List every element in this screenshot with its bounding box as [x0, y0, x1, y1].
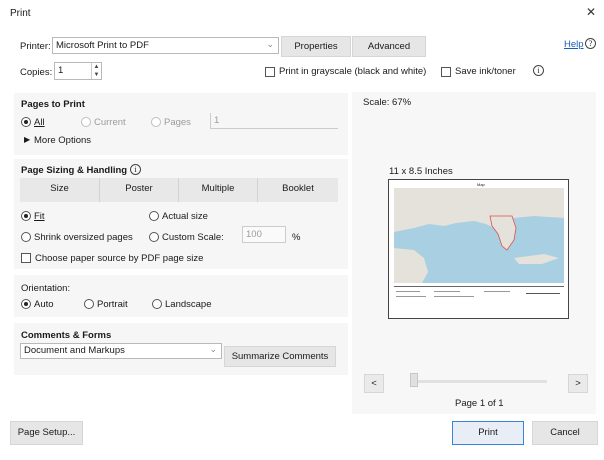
copies-value: 1	[58, 65, 64, 76]
stepper-up-icon[interactable]: ▲	[91, 63, 101, 71]
all-pages-radio[interactable]	[21, 117, 31, 127]
cancel-button[interactable]: Cancel	[532, 421, 598, 445]
shrink-radio[interactable]	[21, 232, 31, 242]
fit-radio[interactable]	[21, 211, 31, 221]
tab-poster[interactable]: Poster	[100, 178, 179, 202]
map-title: Map	[477, 182, 485, 187]
help-icon[interactable]: ?	[585, 38, 596, 49]
page-indicator: Page 1 of 1	[455, 398, 504, 409]
comments-title: Comments & Forms	[21, 330, 112, 341]
scale-label: Scale: 67%	[363, 97, 412, 108]
custom-scale-value: 100	[246, 229, 262, 240]
orientation-title: Orientation:	[21, 283, 71, 294]
summarize-comments-button[interactable]: Summarize Comments	[224, 346, 336, 367]
copies-stepper[interactable]: 1 ▲ ▼	[54, 62, 102, 80]
comments-select[interactable]: Document and Markups ⌄	[20, 343, 222, 359]
advanced-button[interactable]: Advanced	[352, 36, 426, 57]
comments-value: Document and Markups	[24, 345, 125, 356]
grayscale-label: Print in grayscale (black and white)	[279, 66, 427, 77]
shrink-label: Shrink oversized pages	[34, 232, 133, 243]
portrait-label: Portrait	[97, 299, 128, 310]
more-options-link[interactable]: More Options	[34, 135, 91, 146]
expand-triangle-icon[interactable]: ▶	[24, 135, 30, 144]
page-setup-button[interactable]: Page Setup...	[10, 421, 83, 445]
save-ink-checkbox[interactable]	[441, 67, 451, 77]
copies-label: Copies:	[20, 67, 53, 78]
page-sizing-title: Page Sizing & Handling	[21, 165, 128, 176]
actual-size-radio[interactable]	[149, 211, 159, 221]
paper-size-label: 11 x 8.5 Inches	[389, 166, 453, 177]
portrait-radio[interactable]	[84, 299, 94, 309]
legend-line	[396, 296, 426, 297]
map-legend	[394, 286, 564, 316]
legend-line	[434, 296, 474, 297]
print-button[interactable]: Print	[452, 421, 524, 445]
chevron-down-icon: ⌄	[266, 39, 274, 49]
title-bar	[0, 0, 604, 26]
current-page-label: Current	[94, 117, 126, 128]
actual-size-label: Actual size	[162, 211, 208, 222]
custom-scale-radio[interactable]	[149, 232, 159, 242]
tab-size[interactable]: Size	[20, 178, 100, 202]
chevron-down-icon: ⌄	[209, 344, 217, 354]
page-range-value: 1	[214, 115, 220, 126]
map-image	[394, 188, 564, 283]
all-pages-label: All	[34, 117, 45, 128]
tab-multiple[interactable]: Multiple	[179, 178, 258, 202]
info-icon[interactable]: i	[533, 65, 544, 76]
fit-label: Fit	[34, 211, 45, 222]
legend-line	[484, 291, 510, 292]
current-page-radio[interactable]	[81, 117, 91, 127]
stepper-down-icon[interactable]: ▼	[91, 71, 101, 79]
custom-scale-input[interactable]: 100	[242, 226, 286, 243]
close-icon[interactable]: ✕	[584, 5, 598, 19]
page-slider-track[interactable]	[410, 380, 547, 383]
legend-line	[396, 291, 420, 292]
percent-label: %	[292, 232, 301, 243]
sizing-info-icon[interactable]: i	[130, 164, 141, 175]
auto-orientation-radio[interactable]	[21, 299, 31, 309]
next-page-button[interactable]: >	[568, 374, 588, 393]
pages-to-print-title: Pages to Print	[21, 99, 85, 110]
page-range-input[interactable]: 1	[210, 113, 338, 129]
page-slider-thumb[interactable]	[410, 373, 418, 387]
scale-bar	[526, 293, 560, 294]
paper-source-checkbox[interactable]	[21, 253, 31, 263]
page-range-label: Pages	[164, 117, 191, 128]
printer-label: Printer:	[20, 41, 51, 52]
tab-booklet[interactable]: Booklet	[258, 178, 338, 202]
sizing-tabs: Size Poster Multiple Booklet	[20, 178, 338, 202]
grayscale-checkbox[interactable]	[265, 67, 275, 77]
custom-scale-label: Custom Scale:	[162, 232, 224, 243]
properties-button[interactable]: Properties	[281, 36, 351, 57]
paper-source-label: Choose paper source by PDF page size	[35, 253, 204, 264]
window-title: Print	[10, 8, 31, 19]
save-ink-label: Save ink/toner	[455, 66, 516, 77]
printer-value: Microsoft Print to PDF	[56, 40, 149, 51]
landscape-label: Landscape	[165, 299, 212, 310]
orientation-panel	[14, 275, 348, 317]
printer-select[interactable]: Microsoft Print to PDF ⌄	[52, 37, 279, 54]
prev-page-button[interactable]: <	[364, 374, 384, 393]
help-link[interactable]: Help	[564, 39, 584, 50]
page-range-radio[interactable]	[151, 117, 161, 127]
landscape-radio[interactable]	[152, 299, 162, 309]
legend-line	[434, 291, 460, 292]
auto-orientation-label: Auto	[34, 299, 54, 310]
preview-page: Map	[388, 179, 569, 319]
